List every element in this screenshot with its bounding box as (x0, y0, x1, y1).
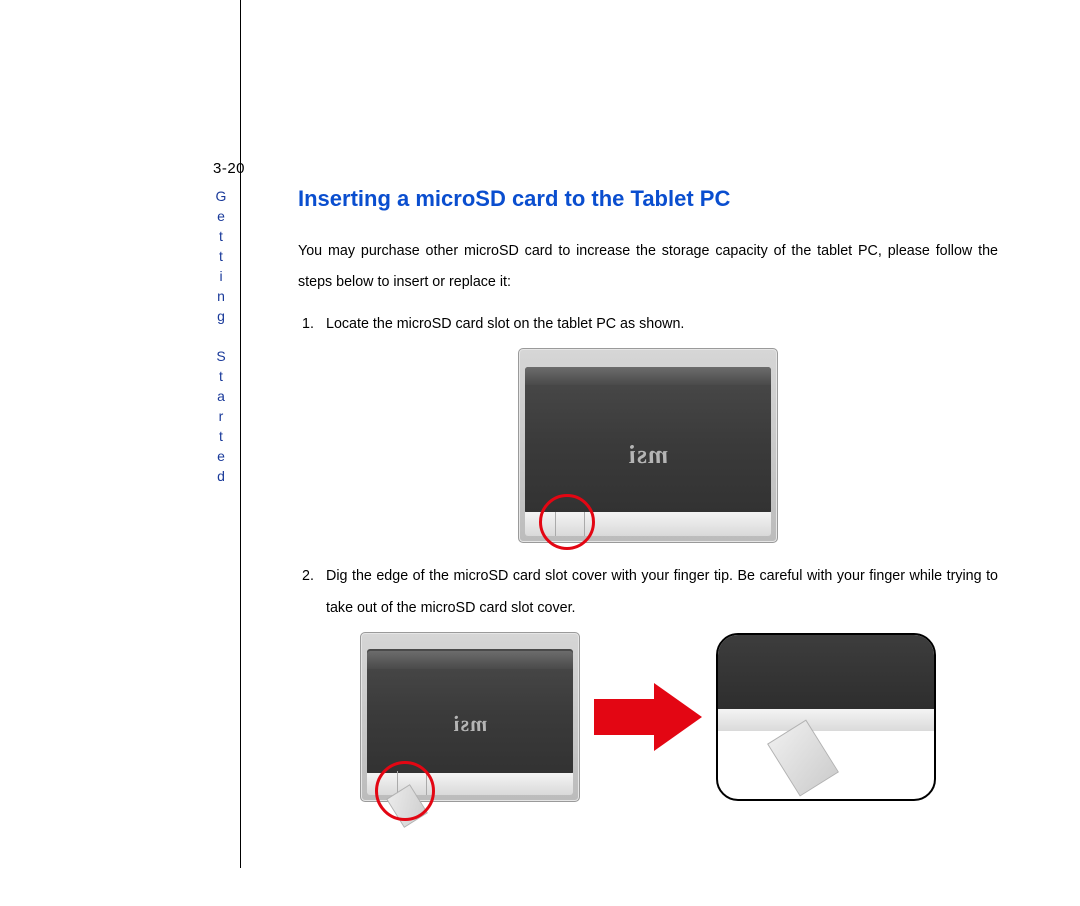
brand-logo: msi (359, 711, 581, 737)
vertical-divider (240, 0, 241, 868)
intro-paragraph: You may purchase other microSD card to i… (298, 236, 998, 299)
step-2-number: 2. (302, 561, 314, 592)
manual-page: 3-20 Getting Started Inserting a microSD… (0, 0, 1080, 906)
content-area: Inserting a microSD card to the Tablet P… (298, 186, 998, 802)
section-label: Getting Started (213, 188, 229, 488)
inset-dark (718, 635, 934, 709)
brand-logo: msi (517, 440, 779, 470)
step-2-text: Dig the edge of the microSD card slot co… (326, 568, 998, 615)
page-heading: Inserting a microSD card to the Tablet P… (298, 186, 998, 212)
page-number: 3-20 (213, 160, 245, 177)
inset-lightbar (718, 709, 934, 731)
arrow-head (654, 683, 702, 751)
tablet-illustration-1: msi (518, 348, 778, 543)
tablet-gloss (367, 651, 573, 669)
tablet-gloss (525, 367, 771, 385)
highlight-circle-icon (375, 761, 435, 821)
highlight-circle-icon (539, 494, 595, 550)
step-1-number: 1. (302, 309, 314, 340)
figure-2-row: msi (298, 632, 998, 802)
inset-flap (767, 720, 839, 797)
inset-detail (716, 633, 936, 801)
step-1-text: Locate the microSD card slot on the tabl… (326, 316, 684, 332)
figure-1: msi (298, 348, 998, 543)
step-1: 1. Locate the microSD card slot on the t… (298, 309, 998, 340)
arrow-right-icon (594, 687, 702, 747)
arrow-shaft (594, 699, 656, 735)
step-2: 2. Dig the edge of the microSD card slot… (298, 561, 998, 624)
tablet-illustration-2: msi (360, 632, 580, 802)
